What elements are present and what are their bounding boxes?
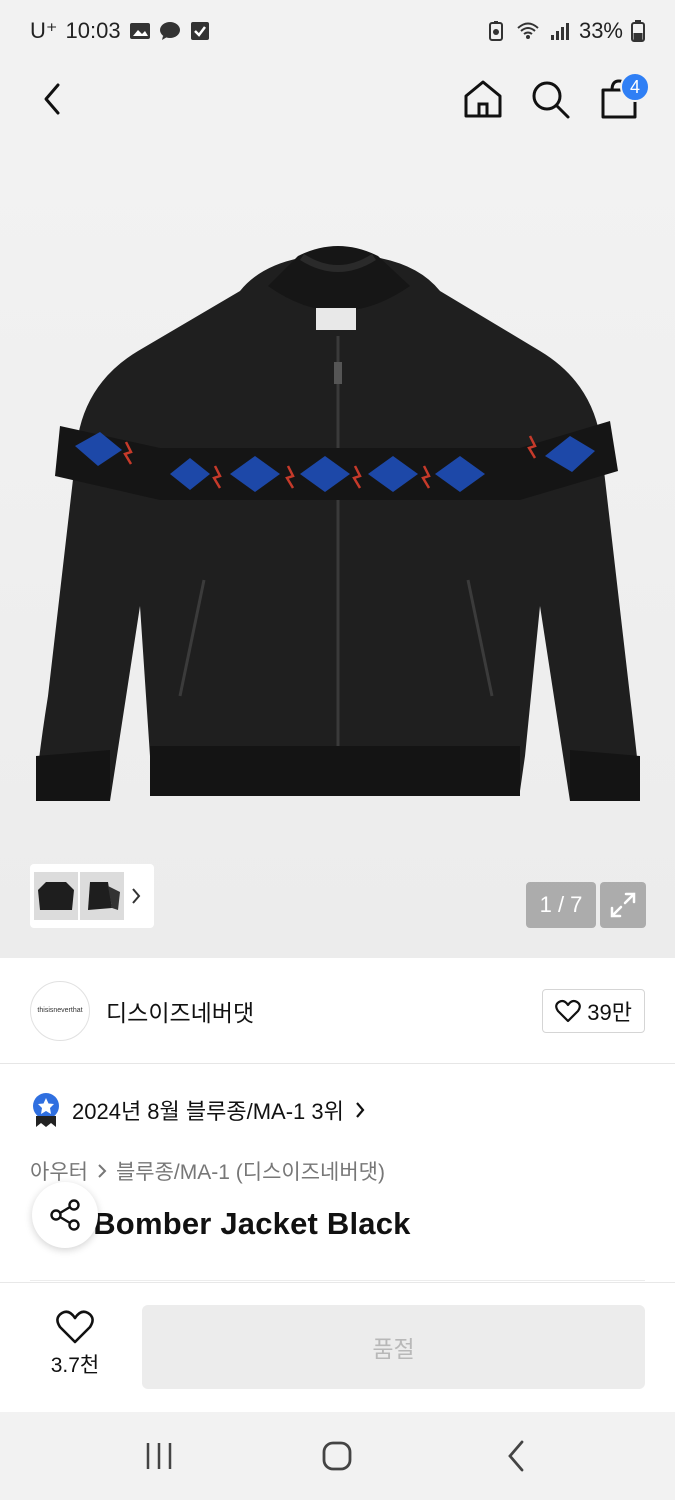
bottom-action-bar: 3.7천 품절: [0, 1282, 675, 1412]
home-circle-icon: [323, 1441, 352, 1471]
home-button[interactable]: [460, 76, 506, 122]
signal-icon: [550, 23, 569, 40]
category-breadcrumb: 아우터 블루종/MA-1 (디스이즈네버댓): [30, 1156, 385, 1186]
wifi-icon: [517, 22, 539, 39]
cart-count-badge: 4: [620, 72, 650, 102]
android-navigation-bar: [0, 1412, 675, 1500]
thumbnail-jacket-icon: [38, 882, 74, 910]
brand-row[interactable]: thisisneverthat 디스이즈네버댓 39만: [0, 958, 675, 1064]
search-button[interactable]: [527, 76, 573, 122]
battery-saver-icon: [488, 21, 503, 41]
brand-like-button[interactable]: 39만: [542, 988, 645, 1033]
clock: 10:03: [65, 18, 121, 43]
brand-name[interactable]: 디스이즈네버댓: [106, 994, 254, 1028]
chat-icon: [159, 22, 180, 40]
ranking-link[interactable]: 2024년 8월 블루종/MA-1 3위: [30, 1092, 366, 1128]
recents-icon: [146, 1443, 172, 1469]
product-title-text: d Bomber Jacket Black: [65, 1206, 411, 1241]
share-icon: [50, 1199, 80, 1231]
chevron-right-icon: [132, 888, 141, 904]
expand-icon: [610, 892, 636, 918]
home-icon: [464, 80, 502, 118]
wishlist-count: 3.7천: [50, 1354, 100, 1377]
android-home-button[interactable]: [307, 1426, 367, 1486]
heart-icon: [555, 999, 582, 1022]
chevron-right-icon: [98, 1164, 107, 1178]
status-bar: U⁺ 10:03 33%: [0, 0, 675, 62]
ranking-text: 2024년 8월 블루종/MA-1 3위: [72, 1099, 344, 1124]
brand-like-count: 39만: [587, 999, 632, 1025]
thumbnail-jacket-side-icon: [88, 882, 120, 910]
status-right: 33%: [485, 18, 645, 44]
ranking-badge-icon: [33, 1093, 59, 1127]
heart-icon: [56, 1310, 94, 1344]
share-button[interactable]: [32, 1182, 98, 1248]
image-page-counter: 1 / 7: [526, 882, 596, 928]
chevron-right-icon: [356, 1102, 365, 1118]
brand-logo[interactable]: thisisneverthat: [30, 980, 90, 1041]
wishlist-button[interactable]: 3.7천: [36, 1309, 114, 1379]
back-icon: [507, 1440, 524, 1472]
battery-percent: 33%: [578, 18, 623, 43]
battery-icon: [631, 20, 645, 42]
cart-button[interactable]: 4: [596, 72, 650, 122]
product-image: [36, 246, 640, 801]
recents-button[interactable]: [129, 1426, 189, 1486]
chevron-left-icon: [44, 83, 60, 115]
check-icon: [190, 22, 209, 40]
thumbnail-more-button[interactable]: [126, 872, 146, 920]
search-icon: [532, 81, 570, 119]
thumbnail-2[interactable]: [80, 872, 124, 920]
status-left: U⁺ 10:03: [30, 18, 211, 44]
thumbnail-1[interactable]: [34, 872, 78, 920]
back-button[interactable]: [30, 76, 76, 122]
section-divider: [30, 1280, 645, 1281]
product-image-gallery[interactable]: 1 / 7: [0, 136, 675, 958]
top-nav-bar: 4: [0, 62, 675, 184]
product-page: U⁺ 10:03 33% 4 1 / 7 thisisneverthat 디스이…: [0, 0, 675, 1500]
sold-out-button[interactable]: 품절: [142, 1305, 645, 1389]
gallery-icon: [129, 23, 150, 39]
breadcrumb-subcategory[interactable]: 블루종/MA-1 (디스이즈네버댓): [116, 1156, 385, 1186]
carrier-label: U⁺: [30, 18, 58, 43]
expand-image-button[interactable]: [600, 882, 646, 928]
android-back-button[interactable]: [486, 1426, 546, 1486]
thumbnail-strip[interactable]: [30, 864, 154, 928]
